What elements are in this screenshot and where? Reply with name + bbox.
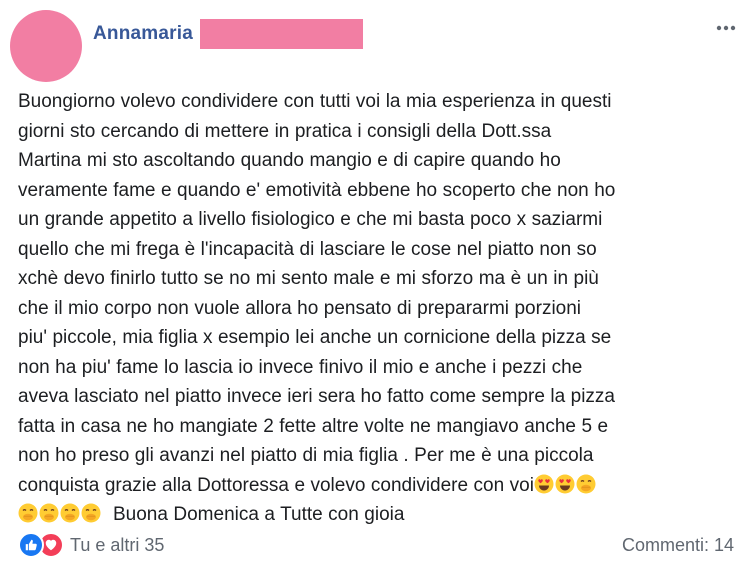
author-row: Annamaria (93, 19, 364, 49)
post-text-line: Martina mi sto ascoltando quando mangio … (18, 150, 561, 171)
post-text-line: non ho preso gli avanzi nel piatto di mi… (18, 445, 594, 466)
post-text-line: aveva lasciato nel piatto invece ieri se… (18, 386, 615, 407)
post-text-line: xchè devo finirlo tutto se no mi sento m… (18, 268, 599, 289)
post-text-line: quello che mi frega è l'incapacità di la… (18, 238, 597, 260)
post-text-line: fatta in casa ne ho mangiate 2 fette alt… (18, 415, 609, 437)
post-text-line: un grande appetito a livello fisiologico… (18, 209, 603, 230)
post-text-line: Buongiorno volevo condividere con tutti … (18, 91, 612, 112)
post-footer: Tu e altri 35 Commenti: 14 (18, 530, 734, 560)
author-name[interactable]: Annamaria (93, 23, 193, 45)
comments-count-link[interactable]: Commenti: 14 (622, 535, 734, 556)
post-text-line: veramente fame e quando e' emotività ebb… (18, 179, 616, 201)
post-text-segment: Buona Domenica a Tutte con gioia (112, 504, 405, 525)
more-options-icon[interactable] (714, 18, 738, 38)
avatar[interactable] (10, 10, 82, 82)
post-text-line: non ha piu' fame lo lascia io invece fin… (18, 356, 583, 378)
post-text-line: che il mio corpo non vuole allora ho pen… (18, 297, 582, 319)
hand-over-mouth-emoji (576, 474, 596, 493)
name-redaction (200, 19, 364, 49)
post-body: Buongiorno volevo condividere con tutti … (18, 87, 743, 530)
post-text-segment: conquista grazie alla Dottoressa e volev… (18, 474, 534, 496)
like-icon (18, 532, 44, 558)
hand-over-mouth-emoji (81, 503, 101, 523)
post-text-line: giorni sto cercando di mettere in pratic… (18, 120, 552, 142)
hand-over-mouth-emoji (18, 503, 38, 523)
heart-eyes-emoji (555, 474, 575, 493)
post-text-line-with-emoji: Buona Domenica a Tutte con gioia (18, 500, 743, 530)
post-header: Annamaria (10, 10, 742, 90)
hand-over-mouth-emoji (39, 503, 59, 523)
heart-eyes-emoji (534, 474, 554, 493)
hand-over-mouth-emoji (60, 503, 80, 523)
reactions-summary[interactable]: Tu e altri 35 (18, 532, 164, 558)
reactions-count-label[interactable]: Tu e altri 35 (70, 535, 164, 556)
facebook-post: Annamaria Buongiorno volevo condividere … (0, 0, 752, 580)
post-text-line-with-emoji: conquista grazie alla Dottoressa e volev… (18, 471, 743, 501)
post-text-line: piu' piccole, mia figlia x esempio lei a… (18, 327, 612, 348)
